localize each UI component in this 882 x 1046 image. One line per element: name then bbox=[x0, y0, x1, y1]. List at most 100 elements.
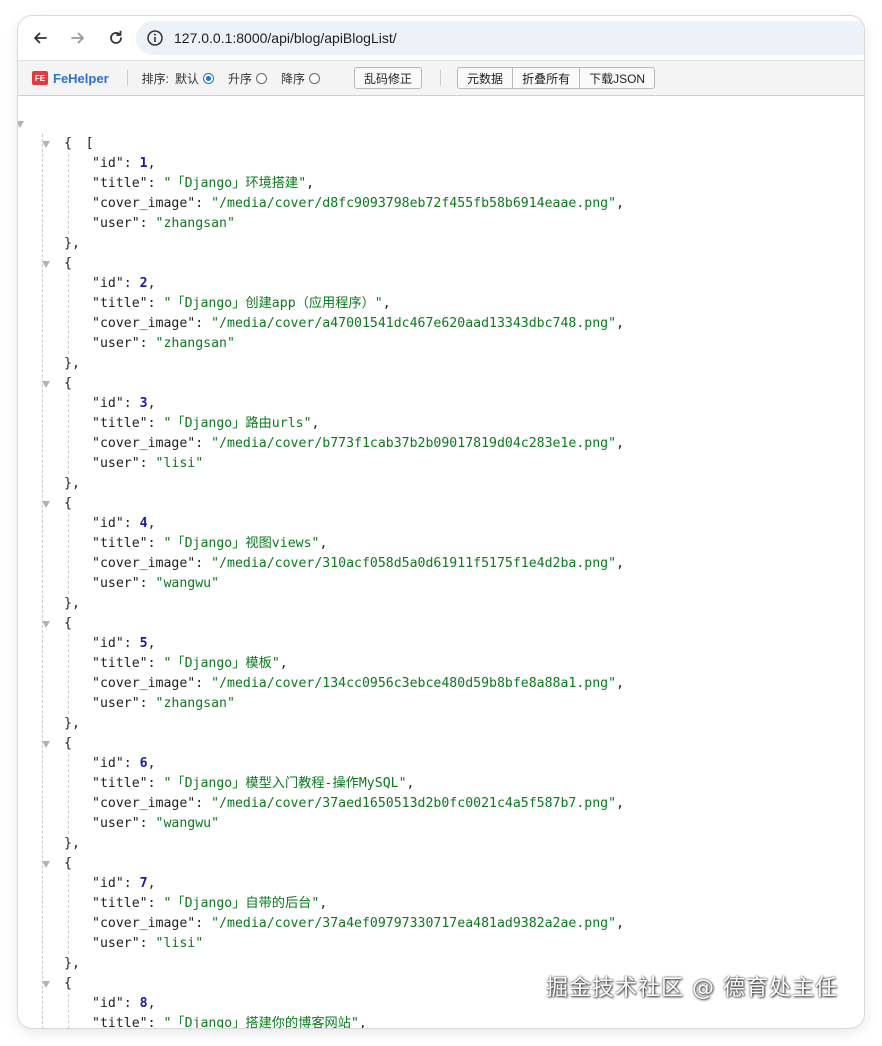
indent-guide bbox=[68, 154, 69, 234]
raw-data-button[interactable]: 元数据 bbox=[457, 67, 514, 89]
json-string: "「Django」创建app（应用程序）" bbox=[163, 296, 383, 311]
json-field-title: "title": "「Django」自带的后台", bbox=[18, 894, 864, 914]
brace-close: }, bbox=[64, 716, 80, 731]
fehelper-logo-icon: FE bbox=[32, 71, 48, 85]
json-string: "「Django」模板" bbox=[163, 656, 280, 671]
json-string: "「Django」环境搭建" bbox=[163, 176, 307, 191]
json-field-title: "title": "「Django」环境搭建", bbox=[18, 174, 864, 194]
json-string: "/media/cover/37aed1650513d2b0fc0021c4a5… bbox=[211, 796, 617, 811]
json-key: "title" bbox=[92, 1016, 148, 1028]
json-field-id: "id": 5, bbox=[18, 634, 864, 654]
json-key: "user" bbox=[92, 336, 140, 351]
fold-all-button[interactable]: 折叠所有 bbox=[512, 67, 581, 89]
json-key: "user" bbox=[92, 576, 140, 591]
json-object: {"id": 7, "title": "「Django」自带的后台", "cover… bbox=[18, 854, 864, 974]
sort-asc-radio[interactable] bbox=[256, 72, 268, 84]
json-action-group: 元数据 折叠所有 下载JSON bbox=[457, 67, 656, 89]
json-field-title: "title": "「Django」创建app（应用程序）", bbox=[18, 294, 864, 314]
json-key: "id" bbox=[92, 636, 124, 651]
json-object-close: }, bbox=[18, 354, 864, 374]
json-field-title: "title": "「Django」视图views", bbox=[18, 534, 864, 554]
json-field-title: "title": "「Django」路由urls", bbox=[18, 414, 864, 434]
json-key: "id" bbox=[92, 156, 124, 171]
json-object: {"id": 1, "title": "「Django」环境搭建", "cover_… bbox=[18, 134, 864, 254]
sort-desc-label: 降序 bbox=[281, 71, 306, 86]
json-string: "zhangsan" bbox=[155, 696, 235, 711]
json-key: "user" bbox=[92, 816, 140, 831]
json-object: {"id": 4, "title": "「Django」视图views", "cov… bbox=[18, 494, 864, 614]
collapse-toggle-icon[interactable] bbox=[42, 621, 50, 628]
collapse-toggle-icon[interactable] bbox=[42, 141, 50, 148]
info-icon[interactable] bbox=[146, 29, 164, 47]
json-field-cover-image: "cover_image": "/media/cover/310acf058d5… bbox=[18, 554, 864, 574]
collapse-toggle-icon[interactable] bbox=[18, 121, 24, 128]
indent-guide bbox=[68, 274, 69, 354]
json-string: "/media/cover/310acf058d5a0d61911f5175f1… bbox=[211, 556, 617, 571]
arrow-right-icon bbox=[71, 32, 84, 44]
json-key: "id" bbox=[92, 396, 124, 411]
indent-guide bbox=[68, 394, 69, 474]
json-string: "「Django」搭建你的博客网站" bbox=[163, 1016, 359, 1028]
json-number: 4 bbox=[139, 516, 148, 531]
sort-asc-label: 升序 bbox=[228, 71, 253, 86]
json-object: {"id": 2, "title": "「Django」创建app（应用程序）",… bbox=[18, 254, 864, 374]
fix-encoding-button[interactable]: 乱码修正 bbox=[354, 67, 423, 89]
json-key: "title" bbox=[92, 296, 148, 311]
json-string: "wangwu" bbox=[155, 816, 220, 831]
json-string: "/media/cover/37a4ef09797330717ea481ad93… bbox=[211, 916, 617, 931]
json-field-id: "id": 6, bbox=[18, 754, 864, 774]
json-field-user: "user": "lisi" bbox=[18, 454, 864, 474]
sort-default-label: 默认 bbox=[174, 71, 199, 86]
json-string: "zhangsan" bbox=[155, 336, 235, 351]
address-bar: 127.0.0.1:8000/api/blog/apiBlogList/ bbox=[18, 16, 864, 61]
json-object-close: }, bbox=[18, 714, 864, 734]
collapse-toggle-icon[interactable] bbox=[42, 381, 50, 388]
json-object-open: { bbox=[18, 134, 864, 154]
back-button[interactable] bbox=[28, 26, 52, 50]
json-string: "/media/cover/134cc0956c3ebce480d59b8bfe… bbox=[211, 676, 617, 691]
download-json-button[interactable]: 下载JSON bbox=[579, 67, 656, 89]
json-field-cover-image: "cover_image": "/media/cover/b773f1cab37… bbox=[18, 434, 864, 454]
json-number: 2 bbox=[139, 276, 148, 291]
brace-close: }, bbox=[64, 236, 80, 251]
collapse-toggle-icon[interactable] bbox=[42, 981, 50, 988]
json-root-open: [ bbox=[18, 114, 864, 151]
json-string: "「Django」模型入门教程-操作MySQL" bbox=[163, 776, 407, 791]
forward-button[interactable] bbox=[66, 26, 90, 50]
json-field-user: "user": "lisi" bbox=[18, 934, 864, 954]
json-key: "cover_image" bbox=[92, 436, 196, 451]
divider bbox=[440, 70, 442, 86]
json-key: "title" bbox=[92, 176, 148, 191]
json-key: "title" bbox=[92, 416, 148, 431]
brace-close: }, bbox=[64, 836, 80, 851]
json-key: "title" bbox=[92, 536, 148, 551]
json-object-close: }, bbox=[18, 594, 864, 614]
reload-button[interactable] bbox=[104, 26, 128, 50]
sort-label: 排序: bbox=[141, 71, 169, 86]
sort-default-radio[interactable] bbox=[203, 72, 214, 84]
omnibox[interactable]: 127.0.0.1:8000/api/blog/apiBlogList/ bbox=[136, 21, 864, 55]
json-number: 6 bbox=[139, 756, 148, 771]
json-string: "/media/cover/b773f1cab37b2b09017819d04c… bbox=[211, 436, 617, 451]
collapse-toggle-icon[interactable] bbox=[42, 861, 50, 868]
json-object: {"id": 5, "title": "「Django」模板", "cover_im… bbox=[18, 614, 864, 734]
json-string: "/media/cover/a47001541dc467e620aad13343… bbox=[211, 316, 617, 331]
collapse-toggle-icon[interactable] bbox=[42, 501, 50, 508]
sort-default-option[interactable]: 默认 bbox=[175, 70, 214, 87]
collapse-toggle-icon[interactable] bbox=[42, 261, 50, 268]
json-key: "user" bbox=[92, 216, 140, 231]
json-key: "user" bbox=[92, 936, 140, 951]
sort-asc-option[interactable]: 升序 bbox=[228, 70, 268, 87]
json-string: "wangwu" bbox=[155, 576, 220, 591]
json-key: "user" bbox=[92, 696, 140, 711]
indent-guide bbox=[68, 994, 69, 1028]
json-field-user: "user": "zhangsan" bbox=[18, 694, 864, 714]
json-number: 5 bbox=[139, 636, 148, 651]
url-text[interactable]: 127.0.0.1:8000/api/blog/apiBlogList/ bbox=[174, 30, 397, 46]
sort-desc-option[interactable]: 降序 bbox=[281, 70, 321, 87]
json-object-close: }, bbox=[18, 834, 864, 854]
json-object-close: }, bbox=[18, 234, 864, 254]
sort-desc-radio[interactable] bbox=[309, 72, 321, 84]
collapse-toggle-icon[interactable] bbox=[42, 741, 50, 748]
json-key: "id" bbox=[92, 756, 124, 771]
